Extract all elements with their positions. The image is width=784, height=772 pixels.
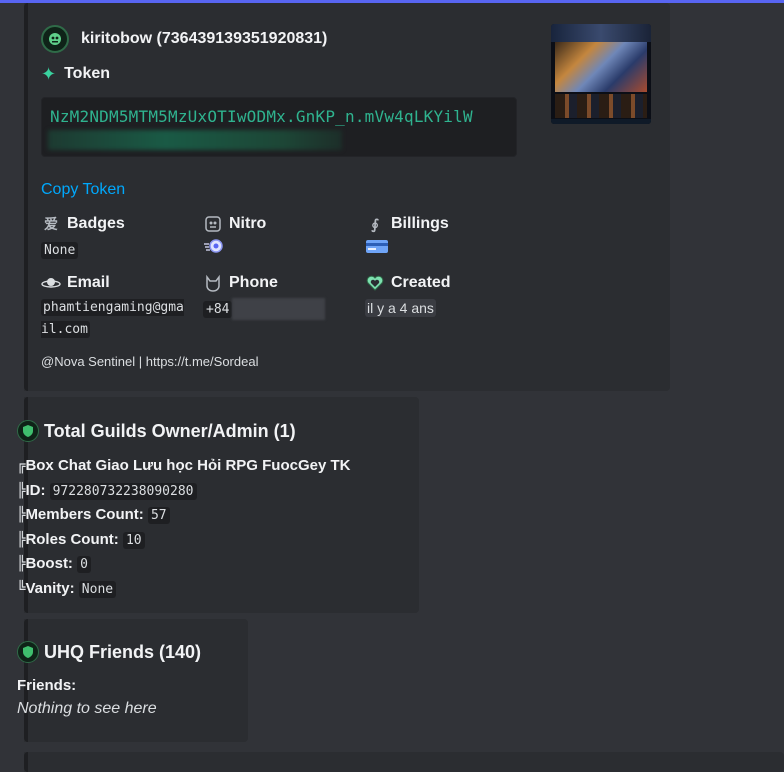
badges-value: None (41, 242, 79, 259)
friends-heading: UHQ Friends (140) (17, 641, 201, 663)
guild-members-label: Members Count: (25, 506, 144, 523)
phone-icon (203, 273, 223, 293)
guild-id-label: ID: (25, 481, 46, 499)
guild-id-value: 972280732238090280 (49, 482, 197, 500)
guilds-title: Total Guilds Owner/Admin (1) (44, 420, 296, 441)
badges-field: 爱 Badges None (41, 213, 191, 262)
copy-token-link[interactable]: Copy Token (41, 181, 125, 199)
shield-icon (17, 641, 39, 663)
friends-empty-text: Nothing to see here (17, 700, 157, 717)
email-value[interactable]: phamtiengaming@gmail.com (41, 299, 184, 338)
phone-value: +84 (203, 301, 233, 318)
token-redacted-blur (48, 130, 342, 150)
guild-name-row: ╔Box Chat Giao Lưu học Hỏi RPG FuocGey T… (17, 457, 351, 474)
guild-boost-value: 0 (77, 556, 91, 573)
guilds-heading: Total Guilds Owner/Admin (1) (17, 420, 296, 442)
guild-members-row: ╠Members Count: 57 (17, 503, 351, 528)
guild-vanity-label: Vanity: (25, 579, 75, 597)
next-embed (24, 752, 784, 772)
embed-author: kiritobow (736439139351920831) (41, 25, 327, 53)
account-embed: kiritobow (736439139351920831) ✦ Token N… (24, 3, 670, 391)
created-field: Created il y a 4 ans (365, 272, 515, 319)
guild-roles-row: ╠Roles Count: 10 (17, 528, 351, 553)
created-heart-icon (365, 273, 385, 293)
created-value: il y a 4 ans (365, 299, 436, 317)
author-name[interactable]: kiritobow (736439139351920831) (81, 30, 327, 48)
badges-label: Badges (67, 215, 125, 232)
nitro-field: Nitro (203, 213, 353, 260)
guild-roles-value: 10 (122, 531, 145, 549)
phone-label: Phone (229, 274, 278, 291)
token-value[interactable]: NzM2NDM5MTM5MzUxOTIwODMx.GnKP_n.mVw4qLKY… (50, 107, 473, 126)
guild-roles-label: Roles Count: (25, 530, 119, 548)
email-label: Email (67, 274, 110, 291)
email-field: Email phamtiengaming@gmail.com (41, 272, 191, 341)
guild-members-value: 57 (147, 507, 170, 524)
shield-icon (17, 420, 39, 442)
guild-vanity-row: ╚Vanity: None (17, 577, 351, 602)
avatar-icon[interactable] (41, 25, 69, 53)
email-icon (41, 273, 61, 293)
nitro-label: Nitro (229, 215, 267, 232)
guild-tree: ╔Box Chat Giao Lưu học Hỏi RPG FuocGey T… (17, 454, 351, 601)
token-title: Token (64, 65, 111, 82)
badges-icon: 爱 (44, 216, 58, 232)
friends-title: UHQ Friends (140) (44, 641, 202, 662)
billings-field: ∮ Billings (365, 213, 515, 260)
billings-icon: ∮ (371, 215, 379, 232)
token-heading: ✦ Token (41, 65, 110, 83)
phone-redacted-blur (232, 298, 326, 321)
nitro-badge-icon (203, 239, 225, 257)
credit-card-icon (365, 240, 389, 257)
friends-label: Friends: (17, 677, 77, 694)
guild-boost-label: Boost: (25, 555, 73, 572)
sparkle-icon: ✦ (41, 64, 57, 84)
guild-name: Box Chat Giao Lưu học Hỏi RPG FuocGey TK (25, 457, 351, 474)
embed-footer: @Nova Sentinel | https://t.me/Sordeal (41, 354, 259, 369)
created-label: Created (391, 274, 451, 291)
guild-vanity-value: None (78, 580, 117, 598)
guild-boost-row: ╠Boost: 0 (17, 552, 351, 577)
nitro-icon (203, 214, 223, 234)
token-codeblock[interactable]: NzM2NDM5MTM5MzUxOTIwODMx.GnKP_n.mVw4qLKY… (41, 97, 517, 157)
guild-id-row: ╠ID: 972280732238090280 (17, 479, 351, 504)
billings-label: Billings (391, 215, 449, 232)
phone-field: Phone +84 (203, 272, 353, 321)
thumbnail-image[interactable] (551, 24, 651, 124)
